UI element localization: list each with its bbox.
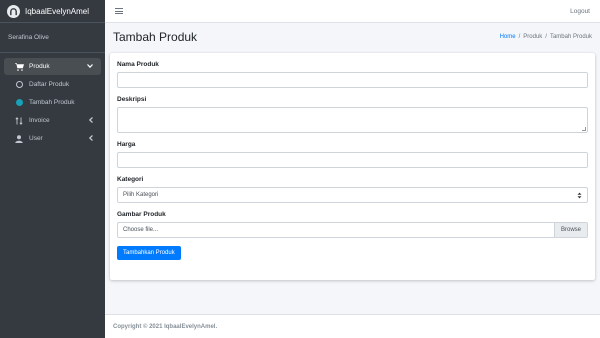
brand-name: IqbaalEvelynAmel <box>25 6 90 16</box>
form-group-harga: Harga <box>117 141 588 168</box>
form-group-gambar: Gambar Produk Choose file... Browse <box>117 211 588 238</box>
form-group-kategori: Kategori Pilih Kategori <box>117 176 588 203</box>
user-name: Serafina Olive <box>8 34 49 41</box>
circle-outline-icon <box>14 80 24 90</box>
resize-handle-icon[interactable] <box>582 127 586 131</box>
brand-link[interactable]: IqbaalEvelynAmel <box>0 0 105 23</box>
breadcrumb-separator: / <box>545 34 547 40</box>
deskripsi-textarea[interactable] <box>117 107 588 133</box>
add-product-card: Nama Produk Deskripsi Harga Kategori Pil… <box>110 53 595 280</box>
nama-produk-label: Nama Produk <box>117 61 159 68</box>
sidebar: IqbaalEvelynAmel Serafina Olive Produk D… <box>0 0 105 338</box>
sidebar-item-label: Invoice <box>29 117 50 124</box>
sidebar-item-user[interactable]: User <box>4 130 101 147</box>
sidebar-item-label: User <box>29 135 43 142</box>
breadcrumb: Home / Produk / Tambah Produk <box>500 34 592 40</box>
nama-produk-input[interactable] <box>117 72 588 88</box>
file-input-placeholder: Choose file... <box>123 227 159 233</box>
deskripsi-label: Deskripsi <box>117 96 147 103</box>
tambahkan-produk-button[interactable]: Tambahkan Produk <box>117 246 181 260</box>
footer: Copyright © 2021 IqbaalEvelynAmel. <box>105 314 600 338</box>
cart-icon <box>14 62 24 72</box>
gambar-produk-label: Gambar Produk <box>117 211 166 218</box>
user-icon <box>14 134 24 144</box>
brand-logo-icon <box>7 4 20 18</box>
page-title: Tambah Produk <box>113 30 198 44</box>
hamburger-menu-icon[interactable] <box>115 8 123 14</box>
chevron-left-icon <box>88 116 93 125</box>
content-header: Tambah Produk Home / Produk / Tambah Pro… <box>105 23 600 51</box>
select-arrows-icon <box>577 192 582 199</box>
top-navbar: Logout <box>105 0 600 23</box>
sidebar-item-invoice[interactable]: Invoice <box>4 112 101 129</box>
chevron-down-icon <box>87 63 93 70</box>
breadcrumb-section: Produk <box>523 34 543 40</box>
breadcrumb-current: Tambah Produk <box>549 34 592 40</box>
sidebar-item-label: Tambah Produk <box>29 99 75 106</box>
kategori-select[interactable]: Pilih Kategori <box>117 187 588 203</box>
kategori-label: Kategori <box>117 176 144 183</box>
breadcrumb-separator: / <box>518 34 521 40</box>
form-group-nama: Nama Produk <box>117 61 588 88</box>
chevron-left-icon <box>88 134 93 143</box>
breadcrumb-home-link[interactable]: Home <box>500 34 516 40</box>
sidebar-item-daftar-produk[interactable]: Daftar Produk <box>4 76 101 93</box>
form-group-deskripsi: Deskripsi <box>117 96 588 133</box>
gambar-produk-file-input[interactable]: Choose file... Browse <box>117 222 588 238</box>
harga-label: Harga <box>117 141 136 148</box>
browse-button[interactable]: Browse <box>553 223 587 237</box>
sidebar-item-label: Daftar Produk <box>29 81 70 88</box>
sidebar-item-tambah-produk[interactable]: Tambah Produk <box>4 94 101 111</box>
user-panel[interactable]: Serafina Olive <box>0 23 105 53</box>
kategori-selected-value: Pilih Kategori <box>123 192 159 198</box>
logout-link[interactable]: Logout <box>570 8 590 15</box>
sidebar-item-produk[interactable]: Produk <box>4 58 101 75</box>
sort-icon <box>14 116 24 126</box>
copyright-text: Copyright © 2021 IqbaalEvelynAmel. <box>113 323 218 330</box>
circle-filled-icon <box>14 98 24 108</box>
sidebar-item-label: Produk <box>29 63 50 70</box>
harga-input[interactable] <box>117 152 588 168</box>
